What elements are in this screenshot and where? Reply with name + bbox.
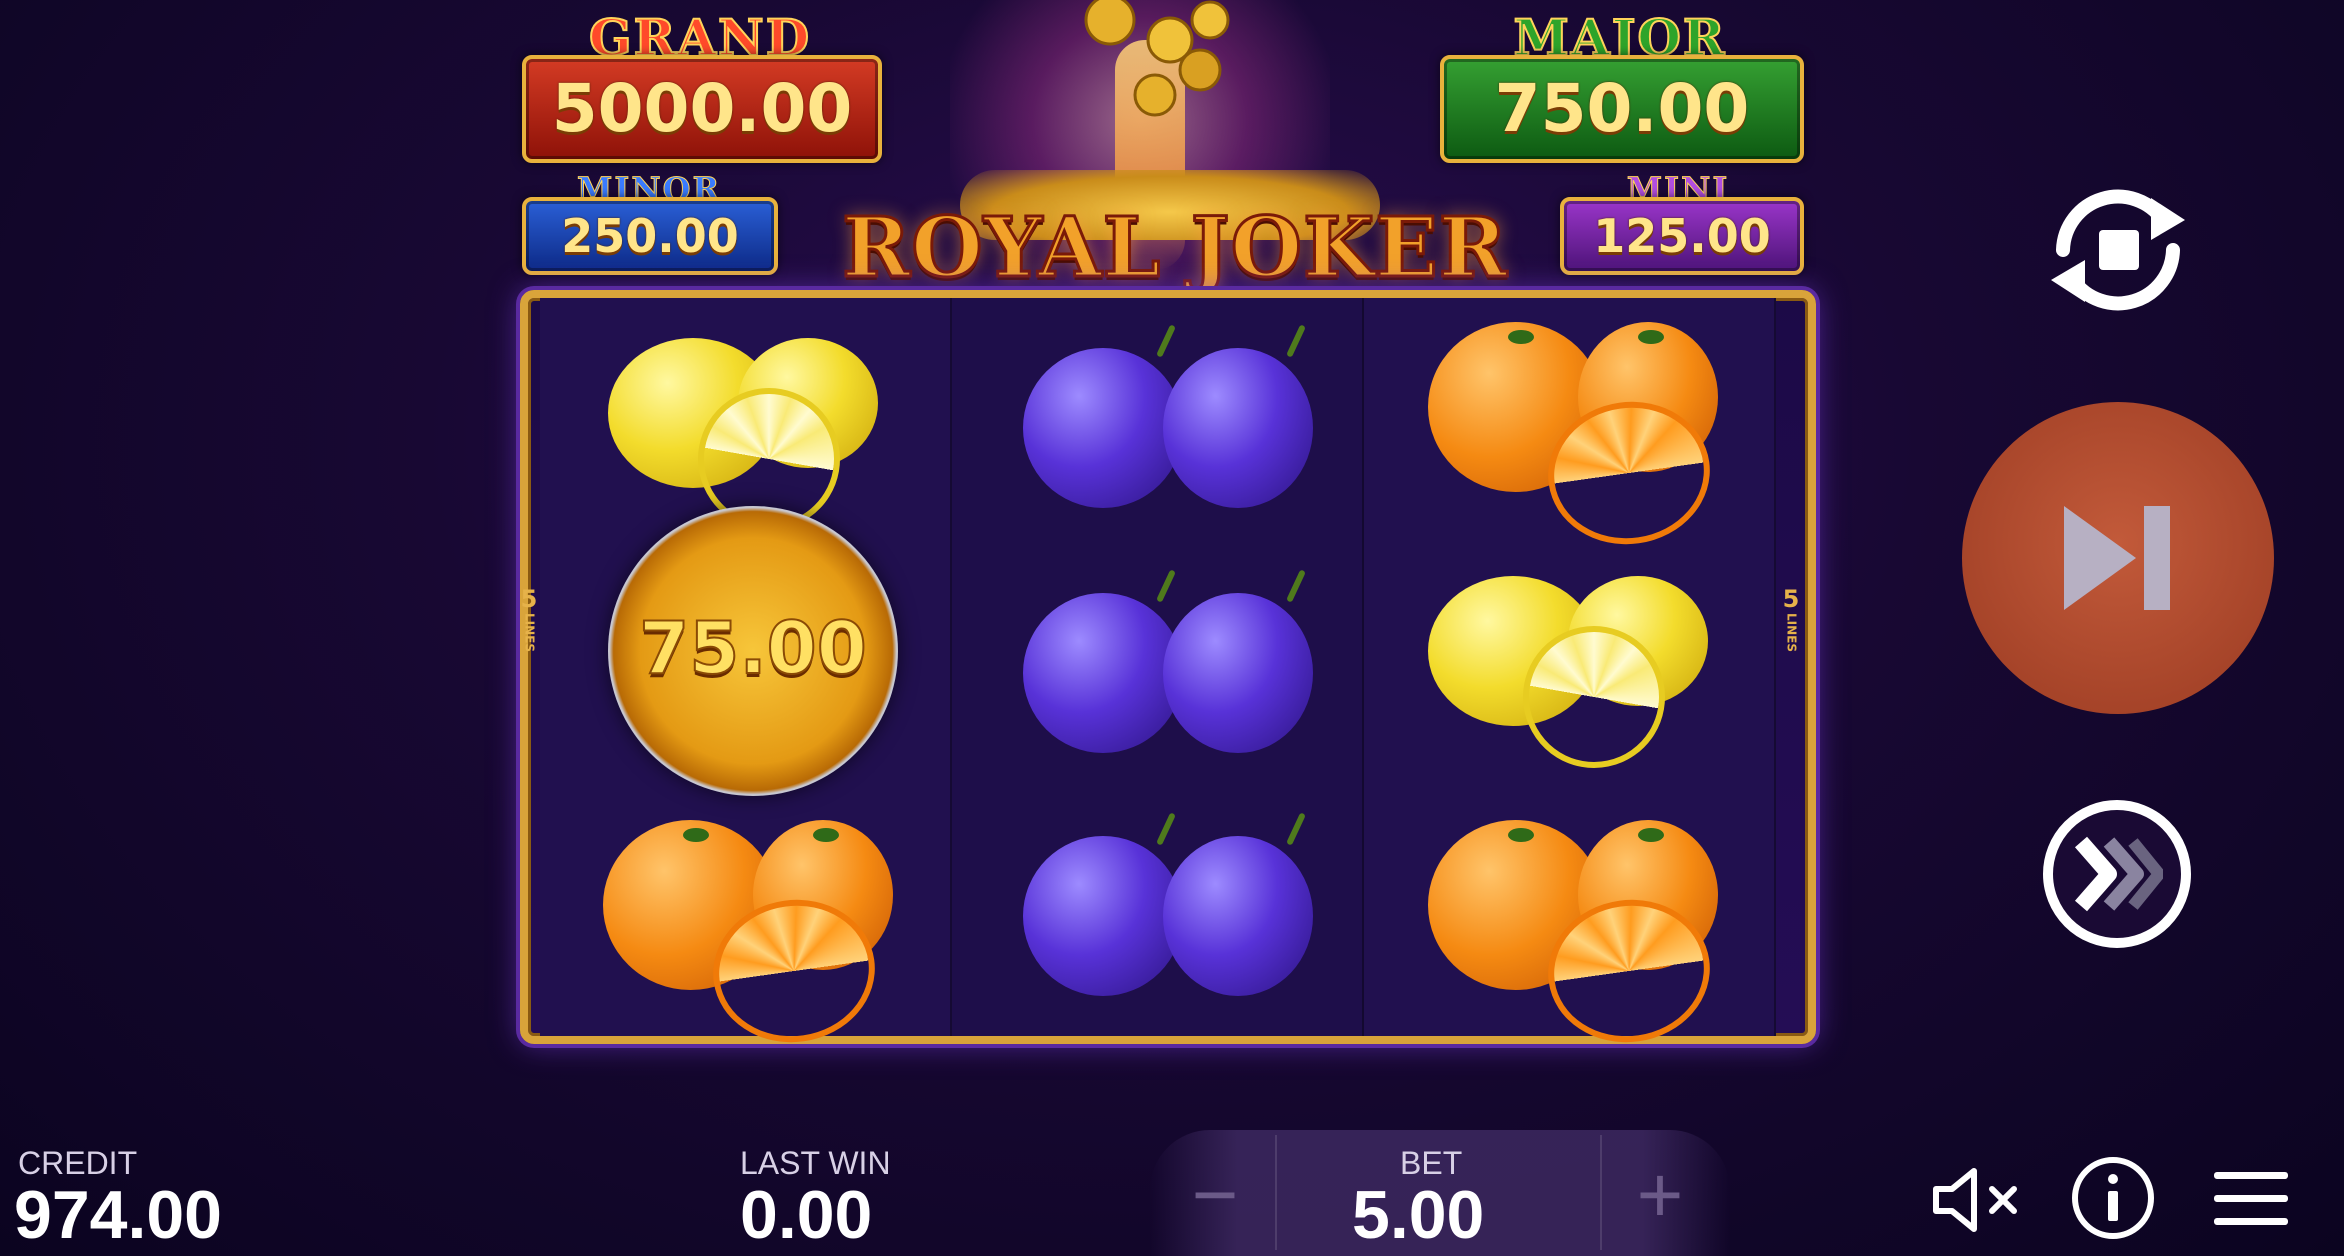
game-title-logo: ROYAL JOKER: [841, 199, 1509, 298]
paylines-indicator-right: 5 LINES: [1782, 585, 1800, 652]
plum-symbol: [1023, 318, 1323, 508]
lemon-symbol: [1418, 566, 1718, 780]
fast-forward-icon: [2074, 836, 2163, 912]
spin-button[interactable]: [1962, 402, 2274, 714]
turbo-button[interactable]: [2043, 800, 2191, 948]
plum-symbol: [1023, 563, 1323, 753]
hamburger-menu-icon: [2214, 1172, 2288, 1225]
orange-symbol: [1428, 810, 1728, 1053]
menu-button[interactable]: [2210, 1168, 2292, 1230]
major-jackpot-value: 750.00: [1440, 55, 1804, 163]
reel-grid: 75.00: [520, 290, 1816, 1053]
divider: [1275, 1135, 1277, 1250]
orange-symbol: [1428, 322, 1728, 555]
cash-coin-symbol: 75.00: [608, 506, 898, 796]
speaker-muted-icon: [1933, 1168, 2017, 1232]
mini-jackpot-value: 125.00: [1560, 197, 1804, 275]
plum-symbol: [1023, 806, 1323, 996]
bet-decrease-button[interactable]: −: [1175, 1155, 1255, 1240]
lemon-symbol: [598, 318, 898, 542]
credit-value: 974.00: [14, 1177, 222, 1253]
orange-symbol: [603, 810, 903, 1053]
info-icon: [2072, 1157, 2154, 1239]
autoplay-button[interactable]: [2033, 170, 2203, 330]
coin-value: 75.00: [638, 605, 868, 691]
grand-jackpot-value: 5000.00: [522, 55, 882, 163]
autoplay-icon: [2051, 189, 2185, 311]
paylines-indicator-left: 5 LINES: [520, 585, 538, 652]
sound-toggle-button[interactable]: [1930, 1165, 2025, 1235]
info-button[interactable]: [2070, 1155, 2156, 1241]
bet-increase-button[interactable]: +: [1620, 1155, 1700, 1240]
last-win-value: 0.00: [740, 1177, 873, 1253]
skip-next-icon: [2064, 506, 2170, 610]
falling-coins-icon: [1084, 0, 1230, 117]
bet-value: 5.00: [1352, 1177, 1485, 1253]
divider: [1600, 1135, 1602, 1250]
minor-jackpot-value: 250.00: [522, 197, 778, 275]
